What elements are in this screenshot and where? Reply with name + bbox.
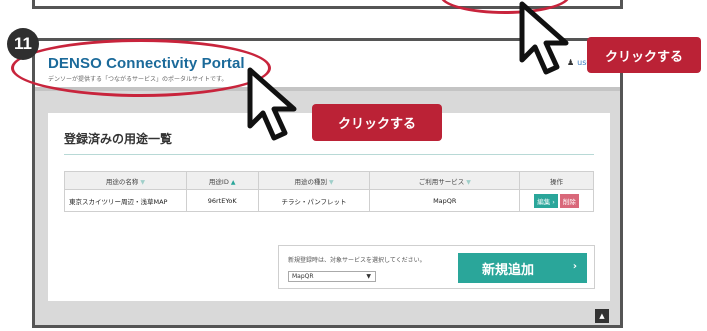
divider [64,154,594,155]
actions-cell: 編集 › 削除 [519,189,594,212]
add-instruction: 新規登録時は、対象サービスを選択してください。 [288,257,426,264]
column-header-actions: 操作 [519,171,594,190]
sort-icon: ▼ [466,178,471,186]
edit-button[interactable]: 編集 › [534,193,558,208]
new-add-button[interactable]: 新規追加 › [458,253,587,283]
portal-title-highlight [11,39,271,97]
usage-id-cell: 96rtEYoK [185,189,259,212]
step-badge: 11 [7,28,39,60]
column-header-type[interactable]: 用途の種別 ▼ [257,171,371,190]
panel-title: 登録済みの用途一覧 [64,132,173,146]
sort-icon: ▼ [328,178,334,186]
column-header-name[interactable]: 用途の名称 ▼ [64,171,187,190]
column-header-id[interactable]: 用途ID ▲ [185,171,259,190]
usage-type-cell: チラシ・パンフレット [257,189,371,212]
service-select[interactable]: MapQR ▼ [288,271,376,282]
usage-service-cell: MapQR [369,189,521,212]
delete-button[interactable]: 削除 [559,193,579,208]
sort-icon: ▼ [140,178,145,186]
usage-table: 用途の名称 ▼ 用途ID ▲ 用途の種別 ▼ ご利用サービス ▼ 操作 東京スカイツリー… [64,171,594,212]
mouse-pointer-icon [247,67,297,141]
chevron-down-icon: ▼ [366,273,371,280]
click-callout: クリックする [312,104,442,141]
chevron-right-icon: › [572,261,577,272]
column-header-service[interactable]: ご利用サービス ▼ [369,171,521,190]
usage-name-cell: 東京スカイツリー周辺・浅草MAP [64,189,187,212]
add-usage-box: 新規登録時は、対象サービスを選択してください。 MapQR ▼ 新規追加 › [278,245,595,289]
usage-list-panel: 登録済みの用途一覧 用途の名称 ▼ 用途ID ▲ 用途の種別 ▼ ご利用サービス ▼ 操… [48,113,610,301]
caret-up-icon[interactable]: ▲ [595,309,609,323]
mouse-pointer-icon [519,1,569,75]
selected-service: MapQR [292,273,314,280]
click-callout: クリックする [587,37,701,73]
sort-icon: ▲ [230,178,236,186]
table-row: 東京スカイツリー周辺・浅草MAP 96rtEYoK チラシ・パンフレット Map… [64,189,594,212]
new-add-label: 新規追加 [482,262,535,278]
